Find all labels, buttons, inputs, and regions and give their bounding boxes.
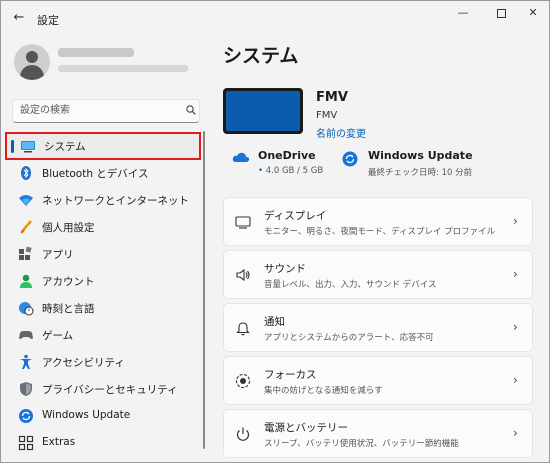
avatar[interactable] bbox=[14, 44, 50, 80]
gamepad-icon bbox=[19, 331, 33, 339]
nav-item-label: Extras bbox=[42, 436, 76, 448]
onedrive-title[interactable]: OneDrive bbox=[258, 149, 316, 162]
chevron-right-icon: › bbox=[513, 267, 518, 281]
minimize-button[interactable]: — bbox=[447, 3, 479, 23]
nav-item-label: システム bbox=[44, 141, 86, 153]
card-focus[interactable]: フォーカス 集中の妨げとなる通知を減らす › bbox=[223, 356, 533, 405]
extras-icon bbox=[18, 435, 34, 451]
nav-item-label: プライバシーとセキュリティ bbox=[42, 384, 178, 396]
device-monitor-image bbox=[223, 88, 303, 134]
card-subtitle: 音量レベル、出力、入力、サウンド デバイス bbox=[264, 280, 437, 290]
monitor-icon bbox=[235, 216, 251, 229]
card-title: 通知 bbox=[264, 316, 285, 328]
status-dot-icon: • bbox=[258, 166, 264, 176]
search-box[interactable] bbox=[12, 99, 200, 123]
card-title: 電源とバッテリー bbox=[264, 422, 348, 434]
nav-item-accounts[interactable]: アカウント bbox=[9, 268, 201, 294]
nav-item-label: アプリ bbox=[42, 249, 74, 261]
card-subtitle: アプリとシステムからのアラート、応答不可 bbox=[264, 333, 434, 343]
card-sound[interactable]: サウンド 音量レベル、出力、入力、サウンド デバイス › bbox=[223, 250, 533, 299]
active-indicator bbox=[11, 140, 14, 153]
accessibility-icon bbox=[20, 354, 32, 369]
nav-scrollbar[interactable] bbox=[203, 131, 205, 449]
windows-update-last-checked: 最終チェック日時: 10 分前 bbox=[368, 168, 473, 178]
maximize-button[interactable] bbox=[485, 3, 517, 23]
account-icon bbox=[20, 274, 32, 288]
power-icon bbox=[236, 427, 250, 441]
blurred-user-name bbox=[58, 48, 134, 57]
rename-link[interactable]: 名前の変更 bbox=[316, 125, 366, 140]
nav-item-gaming[interactable]: ゲーム bbox=[9, 322, 201, 348]
nav-item-windows-update[interactable]: Windows Update bbox=[9, 403, 201, 429]
globe-clock-icon bbox=[19, 302, 34, 316]
windows-update-icon bbox=[342, 151, 358, 167]
blurred-user-email bbox=[58, 65, 188, 72]
nav-item-label: Bluetooth とデバイス bbox=[42, 168, 149, 180]
onedrive-storage: • 4.0 GB / 5 GB bbox=[258, 166, 323, 176]
card-power-battery[interactable]: 電源とバッテリー スリープ、バッテリ使用状況、バッテリー節約機能 › bbox=[223, 409, 533, 458]
card-title: フォーカス bbox=[264, 369, 317, 381]
device-model: FMV bbox=[316, 110, 338, 121]
close-button[interactable]: ✕ bbox=[517, 3, 549, 23]
brush-icon bbox=[20, 220, 32, 234]
back-arrow-icon[interactable]: ← bbox=[11, 10, 27, 26]
speaker-icon bbox=[236, 268, 250, 282]
page-title: システム bbox=[223, 45, 299, 67]
chevron-right-icon: › bbox=[513, 426, 518, 440]
search-icon bbox=[186, 105, 196, 115]
card-title: ディスプレイ bbox=[264, 210, 327, 222]
card-subtitle: モニター、明るさ、夜間モード、ディスプレイ プロファイル bbox=[264, 227, 496, 237]
onedrive-storage-text: 4.0 GB / 5 GB bbox=[265, 166, 324, 176]
maximize-icon bbox=[496, 9, 506, 18]
nav-item-label: Windows Update bbox=[42, 409, 131, 421]
card-notifications[interactable]: 通知 アプリとシステムからのアラート、応答不可 › bbox=[223, 303, 533, 352]
card-subtitle: 集中の妨げとなる通知を減らす bbox=[264, 386, 383, 396]
nav-item-label: ネットワークとインターネット bbox=[42, 195, 189, 207]
shield-icon bbox=[20, 382, 32, 396]
apps-icon bbox=[19, 246, 32, 260]
search-input[interactable] bbox=[20, 103, 180, 118]
nav-item-label: アカウント bbox=[42, 276, 95, 288]
nav-item-accessibility[interactable]: アクセシビリティ bbox=[9, 349, 201, 375]
card-display[interactable]: ディスプレイ モニター、明るさ、夜間モード、ディスプレイ プロファイル › bbox=[223, 197, 533, 246]
onedrive-icon bbox=[232, 152, 250, 162]
bell-icon bbox=[236, 322, 250, 336]
nav-item-label: ゲーム bbox=[42, 330, 74, 342]
title-bar: ← 設定 — ✕ bbox=[1, 1, 549, 37]
nav-item-extras[interactable]: Extras bbox=[9, 430, 201, 456]
nav-item-apps[interactable]: アプリ bbox=[9, 241, 201, 267]
chevron-right-icon: › bbox=[513, 373, 518, 387]
nav-item-label: 時刻と言語 bbox=[42, 303, 95, 315]
nav-item-label: アクセシビリティ bbox=[42, 357, 125, 369]
chevron-right-icon: › bbox=[513, 320, 518, 334]
windows-update-icon bbox=[19, 409, 33, 423]
app-title: 設定 bbox=[37, 14, 59, 27]
nav-item-bluetooth[interactable]: Bluetooth とデバイス bbox=[9, 160, 201, 186]
nav-item-network[interactable]: ネットワークとインターネット bbox=[9, 187, 201, 213]
bluetooth-icon bbox=[21, 166, 31, 180]
nav-item-privacy-security[interactable]: プライバシーとセキュリティ bbox=[9, 376, 201, 402]
nav-item-system[interactable]: システム bbox=[5, 132, 201, 160]
card-subtitle: スリープ、バッテリ使用状況、バッテリー節約機能 bbox=[264, 439, 459, 449]
device-name: FMV bbox=[316, 90, 348, 105]
focus-icon bbox=[235, 373, 251, 389]
display-icon bbox=[21, 141, 35, 153]
nav-item-time-language[interactable]: 時刻と言語 bbox=[9, 295, 201, 321]
windows-update-title[interactable]: Windows Update bbox=[368, 149, 473, 162]
settings-window: ← 設定 — ✕ システム Bluetooth とデバイス bbox=[0, 0, 550, 463]
card-title: サウンド bbox=[264, 263, 306, 275]
wifi-icon bbox=[19, 195, 33, 206]
nav-item-label: 個人用設定 bbox=[42, 222, 95, 234]
chevron-right-icon: › bbox=[513, 214, 518, 228]
nav-item-personalization[interactable]: 個人用設定 bbox=[9, 214, 201, 240]
